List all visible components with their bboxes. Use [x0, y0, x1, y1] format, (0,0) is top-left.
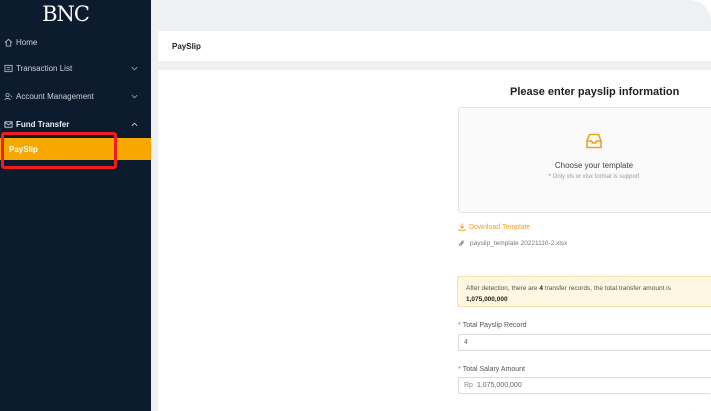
sidebar-item-label: Home [16, 37, 38, 47]
total-record-input[interactable]: 4 [458, 334, 711, 351]
chevron-down-icon [129, 91, 139, 101]
total-record-label: * Total Payslip Record [458, 322, 527, 329]
sidebar-item-label: Transaction List [16, 63, 73, 73]
total-salary-value: 1,075,000,000 [476, 382, 522, 389]
brand-logo: BNC [42, 1, 90, 26]
main-content: Please enter payslip information Choose … [158, 70, 711, 411]
currency-prefix: Rp [464, 382, 473, 389]
template-upload-area[interactable]: Choose your template * Only xls or xlsx … [458, 107, 711, 213]
notice-prefix: After detection, there are [466, 285, 540, 292]
sidebar-item-account-management[interactable]: Account Management [0, 85, 151, 107]
total-salary-label-text: Total Salary Amount [462, 366, 525, 373]
chevron-down-icon [129, 63, 139, 73]
total-salary-label: * Total Salary Amount [458, 366, 525, 373]
mail-icon [3, 119, 13, 129]
download-template-link[interactable]: Download Template [458, 223, 530, 231]
sidebar-item-transaction-list[interactable]: Transaction List [0, 57, 151, 79]
page-header: PaySlip [158, 31, 711, 61]
inbox-icon [584, 132, 604, 150]
sidebar-item-label: Fund Transfer [16, 119, 70, 129]
sidebar: BNC Home Transaction List Account Manage… [0, 0, 151, 411]
detection-notice: After detection, there are 4 transfer re… [457, 276, 711, 307]
upload-choose-text: Choose your template [554, 161, 634, 170]
list-icon [3, 63, 13, 73]
chevron-up-icon [129, 119, 139, 129]
sidebar-item-label: Account Management [16, 91, 94, 101]
form-title: Please enter payslip information [510, 86, 680, 98]
page-title: PaySlip [172, 41, 201, 51]
upload-hint: * Only xls or xlsx format is support [459, 174, 711, 180]
total-record-value: 4 [464, 339, 468, 346]
notice-middle: transfer records, the total transfer amo… [542, 285, 671, 292]
paperclip-icon [458, 239, 465, 247]
download-icon [458, 223, 466, 231]
notice-amount: 1,075,000,000 [466, 296, 508, 303]
required-marker: * [458, 322, 461, 329]
file-name: payslip_template 20221110-2.xlsx [470, 239, 568, 247]
total-salary-input[interactable]: Rp 1,075,000,000 [458, 377, 711, 394]
home-icon [3, 37, 13, 47]
download-template-label: Download Template [469, 223, 531, 231]
app-frame: BNC Home Transaction List Account Manage… [0, 0, 711, 411]
total-record-label-text: Total Payslip Record [462, 322, 527, 329]
upload-hint-text: Only xls or xlsx format is support [552, 174, 640, 180]
sidebar-item-home[interactable]: Home [0, 31, 151, 53]
highlight-annotation [1, 132, 117, 169]
required-marker: * [458, 366, 461, 373]
uploaded-file[interactable]: payslip_template 20221110-2.xlsx [458, 239, 567, 247]
account-icon [3, 91, 13, 101]
